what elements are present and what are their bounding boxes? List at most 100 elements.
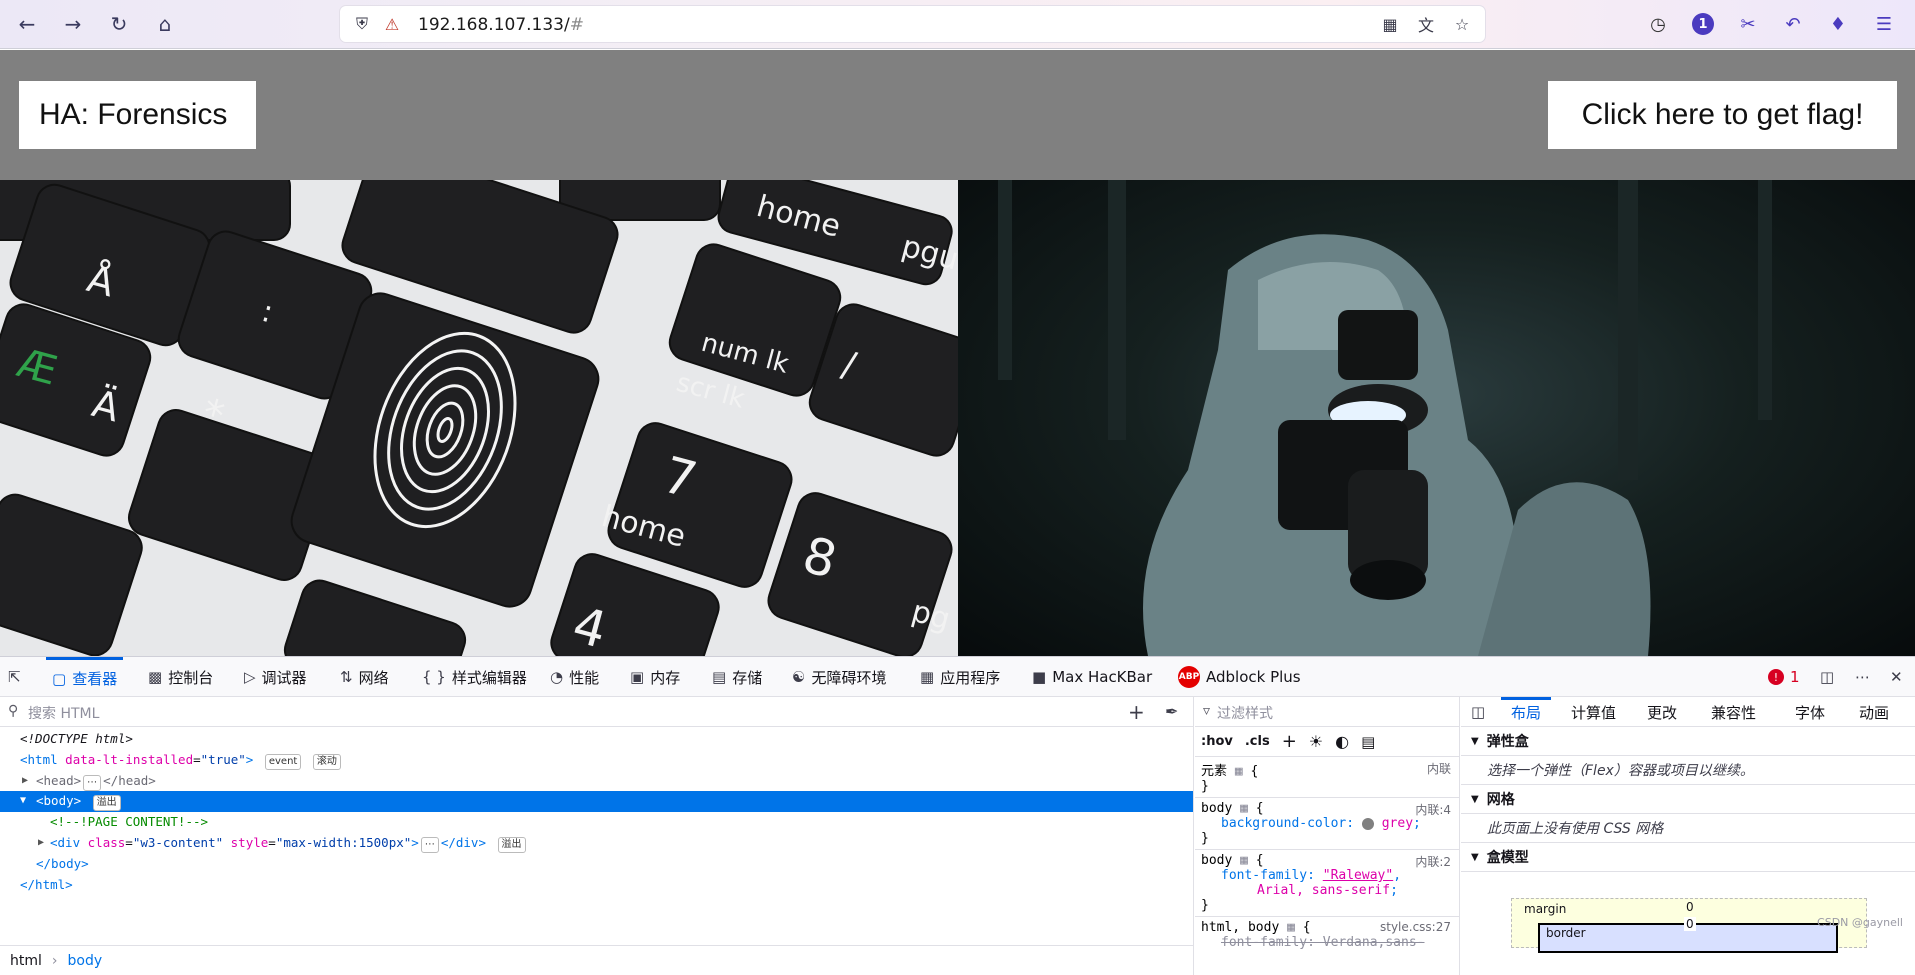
body-rule-background[interactable]: body ▦ { background-color: grey; } 内联:4 [1195,798,1459,850]
application-icon: ▦ [920,668,935,686]
tab-changes[interactable]: 更改 [1647,702,1677,723]
close-devtools-icon[interactable]: ✕ [1890,657,1903,697]
get-flag-button[interactable]: Click here to get flag! [1548,81,1897,149]
tab-debugger[interactable]: ▷ 调试器 [244,657,307,697]
rules-toolbar: :hov .cls + ☀ ◐ ▤ [1195,727,1459,757]
devtools-tabbar: ⇱ ▢ 查看器 ▩ 控制台 ▷ 调试器 ⇅ 网络 { } 样式编辑器 ◔ 性能 ▣ 内存 ▤ 存… [0,657,1915,697]
tab-application[interactable]: ▦ 应用程序 [920,657,1000,697]
storage-icon: ▤ [712,668,727,686]
cls-toggle[interactable]: .cls [1245,734,1270,749]
badge-extension-icon[interactable]: 1 [1689,10,1717,38]
tab-storage[interactable]: ▤ 存储 [712,657,762,697]
page-title: HA: Forensics [19,81,256,149]
markup-tree: <!DOCTYPE html> <html data-lt-installed=… [0,727,1193,895]
timer-extension-icon[interactable]: ◷ [1644,10,1672,38]
rules-pane: ▿ 过滤样式 :hov .cls + ☀ ◐ ▤ 元素 ▦ { } 内联 bod… [1195,697,1460,975]
tab-adblock-plus[interactable]: ABP Adblock Plus [1178,657,1301,697]
element-rule[interactable]: 元素 ▦ { } 内联 [1195,757,1459,798]
event-badge[interactable]: event [264,753,302,770]
tab-layout[interactable]: 布局 [1501,697,1552,727]
tab-console[interactable]: ▩ 控制台 [148,657,213,697]
toggle-sidebar-icon[interactable]: ◫ [1471,703,1485,721]
shield-icon[interactable]: ⛨ [352,14,372,34]
html-body-rule[interactable]: html, body ▦ { font-family: Verdana,sans… [1195,917,1459,953]
tab-style-editor[interactable]: { } 样式编辑器 [422,657,527,697]
back-icon[interactable]: ← [12,9,42,39]
tab-network[interactable]: ⇅ 网络 [340,657,389,697]
scroll-badge[interactable]: 滚动 [312,753,341,770]
body-rule-font[interactable]: body ▦ { font-family: "Raleway", Arial, … [1195,850,1459,917]
dark-scheme-icon[interactable]: ◐ [1335,732,1349,751]
dock-side-icon[interactable]: ◫ [1820,657,1834,697]
home-icon[interactable]: ⌂ [150,9,180,39]
collapse-arrow-icon[interactable]: ▼ [20,791,26,812]
html-node[interactable]: <html data-lt-installed="true"> event 滚动 [0,750,1193,771]
div-node[interactable]: ▶ <div class="w3-content" style="max-wid… [0,833,1193,854]
undo-icon[interactable]: ↶ [1779,10,1807,38]
body-node[interactable]: ▼ <body> 溢出 [0,791,1193,813]
add-node-icon[interactable]: + [1128,700,1145,724]
reload-icon[interactable]: ↻ [104,9,134,39]
comment-node[interactable]: <!--!PAGE CONTENT!--> [0,812,1193,833]
grid-section-header[interactable]: ▼ 网格 [1461,785,1915,814]
devtools-panel: ⇱ ▢ 查看器 ▩ 控制台 ▷ 调试器 ⇅ 网络 { } 样式编辑器 ◔ 性能 ▣ 内存 ▤ 存… [0,656,1915,975]
url-bar[interactable]: ⛨ ⚠ 192.168.107.133/# ▦ 文 ☆ [340,6,1485,42]
qr-code-icon[interactable]: ▦ [1380,14,1400,34]
expand-arrow-icon[interactable]: ▶ [38,833,44,854]
html-search[interactable]: ⚲ 搜索 HTML + ✒ [0,697,1193,727]
memory-icon: ▣ [630,668,645,686]
breadcrumb: html › body [0,945,1194,975]
tab-max-hackbar[interactable]: ■ Max HacKBar [1032,657,1152,697]
light-scheme-icon[interactable]: ☀ [1309,732,1323,751]
hov-toggle[interactable]: :hov [1201,734,1233,749]
breadcrumb-body[interactable]: body [68,953,103,969]
head-node[interactable]: ▶ <head> ⋯ </head> [0,771,1193,792]
crop-icon[interactable]: ✂ [1734,10,1762,38]
grid-hint: 此页面上没有使用 CSS 网格 [1461,814,1915,843]
body-close: </body> [36,855,89,871]
tab-performance[interactable]: ◔ 性能 [550,657,599,697]
tab-fonts[interactable]: 字体 [1795,702,1825,723]
breadcrumb-html[interactable]: html [10,953,42,969]
tab-accessibility[interactable]: ☯ 无障碍环境 [792,657,886,697]
translate-icon[interactable]: 文 [1416,14,1436,35]
tab-inspector[interactable]: ▢ 查看器 [46,657,124,697]
element-picker-icon[interactable]: ⇱ [8,657,21,697]
overflow-badge[interactable]: 溢出 [92,795,121,812]
error-icon: ! [1768,669,1784,685]
expand-arrow-icon[interactable]: ▶ [22,771,28,792]
error-count[interactable]: ! 1 [1768,657,1800,697]
color-swatch[interactable] [1361,817,1374,830]
abp-icon: ABP [1178,666,1200,688]
print-media-icon[interactable]: ▤ [1361,733,1375,751]
html-pane: ⚲ 搜索 HTML + ✒ <!DOCTYPE html> <html data… [0,697,1194,975]
add-rule-icon[interactable]: + [1282,731,1297,752]
tab-memory[interactable]: ▣ 内存 [630,657,680,697]
flexbox-section-header[interactable]: ▼ 弹性盒 [1461,727,1915,756]
style-filter[interactable]: ▿ 过滤样式 [1195,697,1459,727]
box-model-section-header[interactable]: ▼ 盒模型 [1461,843,1915,872]
watermark: CSDN @gaynell [1817,916,1903,929]
menu-icon[interactable]: ☰ [1870,10,1898,38]
search-icon: ⚲ [8,703,19,719]
page-content: HA: Forensics Click here to get flag! ho… [0,50,1915,656]
extensions-icon[interactable]: ♦ [1824,10,1852,38]
style-filter-input[interactable]: 过滤样式 [1217,703,1273,723]
more-options-icon[interactable]: ⋯ [1855,657,1870,697]
tab-animations[interactable]: 动画 [1859,702,1889,723]
forensic-photographer-image [958,180,1915,656]
browser-toolbar: ← → ↻ ⌂ ⛨ ⚠ 192.168.107.133/# ▦ 文 ☆ ◷ 1 … [0,0,1915,49]
box-model: margin 0 border 0 CSDN @gaynell [1461,872,1915,953]
tab-compatibility[interactable]: 兼容性 [1711,702,1756,723]
forward-icon[interactable]: → [58,9,88,39]
insecure-lock-icon[interactable]: ⚠ [382,14,402,34]
bookmark-star-icon[interactable]: ☆ [1452,14,1472,34]
eyedropper-icon[interactable]: ✒ [1165,702,1178,721]
collapse-arrow-icon: ▼ [1471,851,1479,863]
collapse-arrow-icon: ▼ [1471,793,1479,805]
tab-computed[interactable]: 计算值 [1571,702,1616,723]
html-search-input[interactable]: 搜索 HTML [28,703,99,723]
accessibility-icon: ☯ [792,668,806,686]
url-text[interactable]: 192.168.107.133/# [418,15,584,35]
layout-pane: ◫ 布局 计算值 更改 兼容性 字体 动画 ▼ 弹性盒 选择一个弹性（Flex）容… [1461,697,1915,975]
